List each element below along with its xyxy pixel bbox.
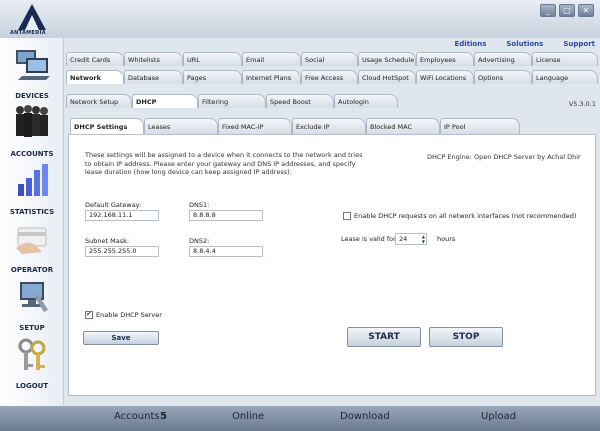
online-status-label: Online	[232, 411, 265, 422]
tab-network[interactable]: Network	[66, 70, 124, 84]
tab-leases[interactable]: Leases	[144, 118, 218, 134]
tab-cloud-hotspot[interactable]: Cloud HotSpot	[358, 70, 416, 84]
lease-label: Lease is valid for	[341, 235, 396, 243]
tab-whitelists[interactable]: Whitelists	[124, 52, 183, 66]
stop-button[interactable]: STOP	[429, 327, 503, 347]
start-button[interactable]: START	[347, 327, 421, 347]
sidebar-label: DEVICES	[15, 92, 49, 100]
tab-autologin[interactable]: Autologin	[334, 94, 398, 108]
maximize-button[interactable]: ▢	[559, 4, 575, 17]
tab-options[interactable]: Options	[474, 70, 532, 84]
dhcp-description: These settings will be assigned to a dev…	[85, 151, 363, 176]
lease-hours-value: 24	[399, 235, 408, 243]
dhcp-engine-info: DHCP Engine: Open DHCP Server by Achal D…	[427, 153, 581, 161]
lease-unit-label: hours	[437, 235, 456, 243]
close-button[interactable]: ✕	[578, 4, 594, 17]
tab-database[interactable]: Database	[124, 70, 183, 84]
accounts-icon	[16, 105, 48, 137]
tab-ip-pool[interactable]: IP Pool	[440, 118, 520, 134]
tab-row-dhcp: DHCP Settings Leases Fixed MAC-IP Exclud…	[66, 118, 598, 134]
tab-url[interactable]: URL	[183, 52, 242, 66]
sidebar-label: OPERATOR	[10, 266, 54, 274]
accounts-status-label: Accounts	[114, 411, 160, 422]
dns1-label: DNS1:	[189, 201, 210, 209]
tab-free-access[interactable]: Free Access	[301, 70, 358, 84]
sidebar-label: STATISTICS	[9, 208, 55, 216]
tab-wifi-locations[interactable]: WiFi Locations	[416, 70, 474, 84]
sidebar-label: LOGOUT	[15, 382, 49, 390]
tab-language[interactable]: Language	[532, 70, 598, 84]
tab-credit-cards[interactable]: Credit Cards	[66, 52, 124, 66]
enable-dhcp-label: Enable DHCP Server	[96, 311, 162, 319]
tab-row-network: Network Setup DHCP Filtering Speed Boost…	[66, 94, 598, 108]
solutions-link[interactable]: Solutions	[506, 40, 543, 48]
support-link[interactable]: Support	[563, 40, 595, 48]
tab-usage-schedule[interactable]: Usage Schedule	[358, 52, 416, 66]
tab-employees[interactable]: Employees	[416, 52, 474, 66]
gateway-label: Default Gateway:	[85, 201, 142, 209]
all-interfaces-checkbox[interactable]	[343, 212, 351, 220]
dns2-input[interactable]: 8.8.4.4	[189, 246, 263, 257]
editions-link[interactable]: Editions	[454, 40, 486, 48]
subnet-label: Subnet Mask:	[85, 237, 130, 245]
lease-hours-stepper[interactable]: 24 ▲ ▼	[395, 233, 427, 245]
top-links: Editions Solutions Support	[454, 40, 595, 48]
dns2-label: DNS2:	[189, 237, 210, 245]
status-bar: Accounts 5 Online Download Upload	[0, 406, 600, 431]
tab-exclude-ip[interactable]: Exclude IP	[292, 118, 366, 134]
tab-row-top: Credit Cards Whitelists URL Email Social…	[66, 52, 598, 66]
sidebar-label: SETUP	[19, 324, 45, 332]
tab-blocked-mac[interactable]: Blocked MAC	[366, 118, 440, 134]
sidebar-item-devices[interactable]: DEVICES	[0, 44, 64, 102]
upload-status-label: Upload	[481, 411, 517, 422]
title-bar: ANTAMEDIA _ ▢ ✕	[0, 0, 600, 38]
tab-fixed-mac-ip[interactable]: Fixed MAC-IP	[218, 118, 292, 134]
tab-row-main: Network Database Pages Internet Plans Fr…	[66, 70, 598, 84]
sidebar-item-statistics[interactable]: STATISTICS	[0, 160, 64, 218]
tab-email[interactable]: Email	[242, 52, 301, 66]
tab-network-setup[interactable]: Network Setup	[66, 94, 132, 108]
sidebar-item-setup[interactable]: SETUP	[0, 276, 64, 334]
sidebar: DEVICES ACCOUNTS STATISTICS OPERATOR SET…	[0, 38, 64, 406]
accounts-count: 5	[160, 411, 167, 422]
tab-dhcp[interactable]: DHCP	[132, 94, 198, 108]
logo-text: ANTAMEDIA	[10, 30, 46, 36]
enable-dhcp-checkbox[interactable]	[85, 310, 93, 319]
tab-pages[interactable]: Pages	[183, 70, 242, 84]
save-button[interactable]: Save	[83, 331, 159, 345]
tab-speed-boost[interactable]: Speed Boost	[266, 94, 334, 108]
sidebar-label: ACCOUNTS	[10, 150, 54, 158]
tab-dhcp-settings[interactable]: DHCP Settings	[70, 118, 144, 134]
tab-social[interactable]: Social	[301, 52, 358, 66]
tab-internet-plans[interactable]: Internet Plans	[242, 70, 301, 84]
tab-advertising[interactable]: Advertising	[474, 52, 532, 66]
sidebar-item-accounts[interactable]: ACCOUNTS	[0, 102, 64, 160]
window-controls: _ ▢ ✕	[540, 4, 594, 17]
tab-filtering[interactable]: Filtering	[198, 94, 266, 108]
download-status-label: Download	[340, 411, 390, 422]
sidebar-item-operator[interactable]: OPERATOR	[0, 218, 64, 276]
spin-arrows-icon[interactable]: ▲ ▼	[422, 234, 425, 244]
sidebar-item-logout[interactable]: LOGOUT	[0, 334, 64, 392]
minimize-button[interactable]: _	[540, 4, 556, 17]
gateway-input[interactable]: 192.168.11.1	[85, 210, 159, 221]
tab-license[interactable]: License	[532, 52, 598, 66]
devices-icon	[16, 50, 50, 80]
version-label: V5.3.0.1	[568, 100, 596, 108]
logout-icon	[18, 338, 46, 370]
statistics-icon	[18, 164, 48, 196]
subnet-input[interactable]: 255.255.255.0	[85, 246, 159, 257]
dhcp-settings-panel: These settings will be assigned to a dev…	[68, 134, 596, 396]
operator-icon	[16, 227, 47, 254]
all-interfaces-label: Enable DHCP requests on all network inte…	[354, 212, 577, 220]
setup-icon	[20, 282, 48, 312]
dns1-input[interactable]: 8.8.8.8	[189, 210, 263, 221]
